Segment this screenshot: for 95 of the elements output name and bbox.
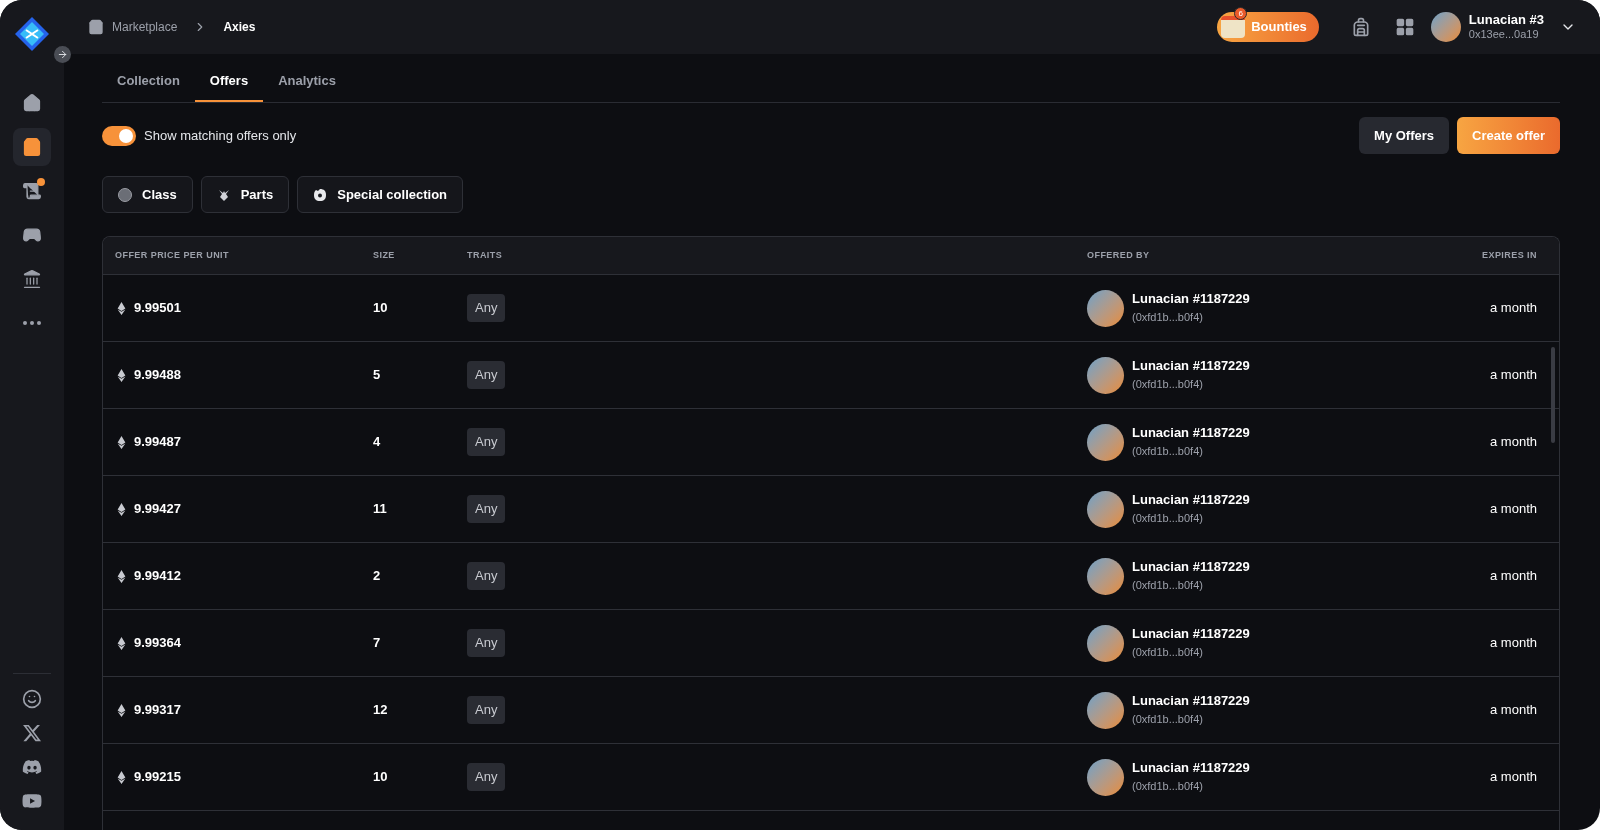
offerer-name: Lunacian #1187229	[1132, 693, 1250, 710]
tab[interactable]: Collection	[102, 62, 195, 102]
scroll-icon	[1221, 16, 1246, 38]
avatar	[1087, 423, 1124, 461]
filter-button[interactable]: Special collection	[297, 176, 464, 213]
size-cell-text: 7	[373, 634, 382, 653]
price-cell-text: 9.99488	[134, 366, 181, 385]
expires-cell-text: a month	[1489, 634, 1537, 653]
sidebar-item[interactable]	[13, 128, 51, 166]
trait-tag: Any	[467, 562, 506, 590]
column-header: OFFERED BY	[1087, 248, 1151, 262]
ethereum-icon	[115, 301, 128, 315]
trait-tag: Any	[467, 629, 506, 657]
avatar	[1087, 356, 1124, 394]
scroll-icon	[22, 181, 42, 201]
logo-icon	[14, 16, 50, 52]
ethereum-icon	[115, 368, 128, 382]
price-cell-text: 9.99364	[134, 634, 181, 653]
price-cell-text: 9.99501	[134, 299, 181, 318]
avatar	[1087, 758, 1124, 796]
breadcrumb-link[interactable]: Marketplace	[112, 18, 178, 36]
offerer-address: (0xfd1b...b0f4)	[1132, 579, 1204, 593]
filter-button[interactable]: Parts	[200, 176, 290, 213]
size-cell-text: 12	[373, 701, 389, 720]
ethereum-icon	[115, 435, 128, 449]
avatar	[1087, 691, 1124, 729]
bag-icon	[88, 19, 104, 35]
size-cell-text: 5	[373, 366, 382, 385]
expires-cell-text: a month	[1489, 433, 1537, 452]
my-offers-button[interactable]: My Offers	[1359, 117, 1450, 154]
avatar	[1087, 557, 1124, 595]
offerer-address: (0xfd1b...b0f4)	[1132, 713, 1204, 727]
trait-tag: Any	[467, 428, 506, 456]
bag-icon	[22, 137, 42, 157]
trait-tag: Any	[467, 294, 506, 322]
offerer-name: Lunacian #1187229	[1132, 760, 1250, 777]
toggle-label: Show matching offers only	[144, 126, 297, 145]
offerer-name: Lunacian #1187229	[1132, 358, 1250, 375]
more-icon	[23, 321, 41, 325]
price-cell-text: 9.99487	[134, 433, 181, 452]
column-header: OFFER PRICE PER UNIT	[115, 248, 230, 262]
trait-tag: Any	[467, 361, 506, 389]
offerer-address: (0xfd1b...b0f4)	[1132, 445, 1204, 459]
expires-cell-text: a month	[1489, 366, 1537, 385]
tab[interactable]: Analytics	[263, 62, 351, 102]
column-header: TRAITS	[467, 248, 504, 262]
avatar	[1087, 490, 1124, 528]
trait-tag: Any	[467, 696, 506, 724]
price-cell-text: 9.99317	[134, 701, 181, 720]
price-cell-text: 9.99412	[134, 567, 181, 586]
offerer-address: (0xfd1b...b0f4)	[1132, 646, 1204, 660]
home-icon	[22, 93, 42, 113]
size-cell-text: 11	[373, 500, 388, 519]
column-header: EXPIRES IN	[1481, 248, 1537, 262]
arrow-right-icon	[57, 49, 68, 60]
avatar	[1087, 624, 1124, 662]
offerer-name: Lunacian #1187229	[1132, 626, 1250, 643]
size-cell-text: 10	[373, 299, 389, 318]
column-header: SIZE	[373, 248, 396, 262]
tab[interactable]: Offers	[194, 62, 264, 102]
offerer-address: (0xfd1b...b0f4)	[1132, 311, 1204, 325]
avatar	[1087, 289, 1124, 327]
offerer-name: Lunacian #1187229	[1132, 559, 1250, 576]
user-name: Lunacian #3	[1468, 12, 1544, 29]
price-cell-text: 9.99215	[134, 768, 181, 787]
trait-tag: Any	[467, 763, 506, 791]
trait-tag: Any	[467, 495, 506, 523]
offerer-name: Lunacian #1187229	[1132, 291, 1250, 308]
ethereum-icon	[115, 502, 128, 516]
price-cell-text: 9.99427	[134, 500, 181, 519]
toggle-switch[interactable]	[102, 125, 136, 146]
expires-cell-text: a month	[1489, 567, 1537, 586]
apps-icon[interactable]	[1394, 17, 1415, 37]
offerer-name: Lunacian #1187229	[1132, 425, 1250, 442]
expires-cell-text: a month	[1489, 500, 1537, 519]
offerer-name: Lunacian #1187229	[1132, 492, 1250, 509]
filter-button[interactable]: Class	[102, 176, 193, 213]
size-cell-text: 10	[373, 768, 389, 787]
ethereum-icon	[115, 770, 128, 784]
size-cell-text: 4	[373, 433, 382, 452]
ethereum-icon	[115, 636, 128, 650]
breadcrumb-link[interactable]: Axies	[223, 18, 256, 36]
size-cell-text: 2	[373, 567, 382, 586]
offerer-address: (0xfd1b...b0f4)	[1132, 512, 1204, 526]
ethereum-icon	[115, 703, 128, 717]
avatar	[1430, 12, 1461, 42]
bank-icon	[22, 269, 42, 289]
ethereum-icon	[115, 569, 128, 583]
expires-cell-text: a month	[1489, 768, 1537, 787]
offerer-address: (0xfd1b...b0f4)	[1132, 378, 1204, 392]
expires-cell-text: a month	[1489, 299, 1537, 318]
user-address: 0x13ee...0a19	[1468, 28, 1540, 42]
expires-cell-text: a month	[1489, 701, 1537, 720]
offerer-address: (0xfd1b...b0f4)	[1132, 780, 1204, 794]
expand-button[interactable]	[54, 46, 71, 63]
